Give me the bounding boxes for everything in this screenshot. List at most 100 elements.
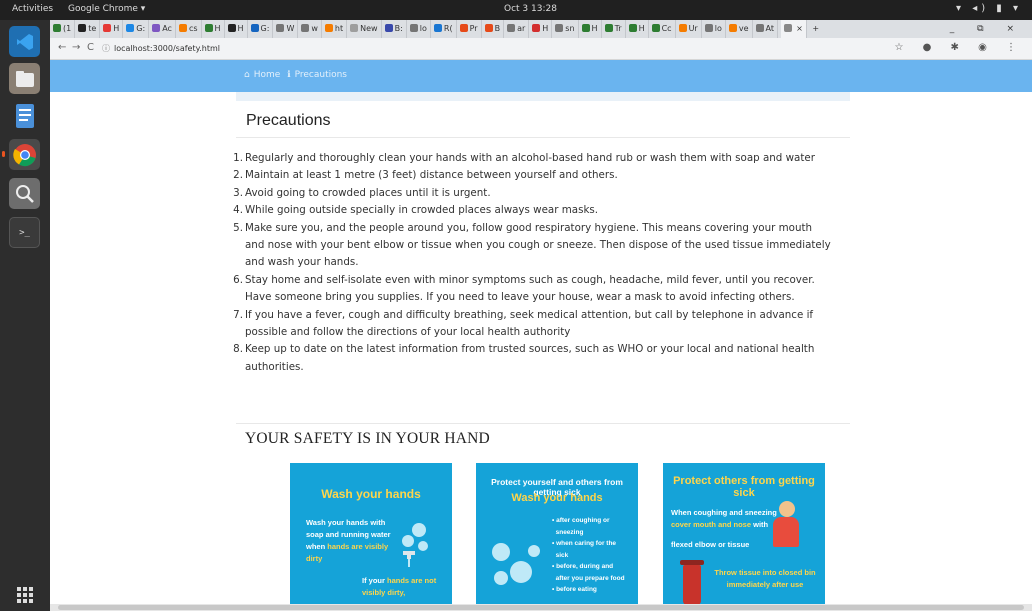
- browser-tab[interactable]: Ac: [149, 20, 176, 38]
- browser-tab[interactable]: H: [579, 20, 602, 38]
- item-number: 2.: [233, 169, 243, 182]
- show-applications-icon[interactable]: [17, 587, 33, 603]
- tab-label: W: [286, 24, 295, 33]
- active-tab[interactable]: ×: [780, 20, 807, 38]
- browser-tab[interactable]: lo: [407, 20, 431, 38]
- soap-bubble-icon: [402, 535, 414, 547]
- clock[interactable]: Oct 3 13:28: [504, 4, 557, 14]
- browser-tab[interactable]: Ur: [676, 20, 702, 38]
- tab-label: ht: [334, 24, 344, 33]
- browser-tab[interactable]: W: [273, 20, 299, 38]
- browser-tab[interactable]: R(: [431, 20, 457, 38]
- vscode-icon[interactable]: [9, 26, 40, 57]
- tab-label: cs: [188, 24, 198, 33]
- info-icon: ℹ: [287, 70, 291, 80]
- browser-tab[interactable]: ar: [504, 20, 530, 38]
- browser-tab[interactable]: H: [202, 20, 225, 38]
- tab-favicon-icon: [507, 24, 516, 32]
- browser-tab[interactable]: B:: [382, 20, 407, 38]
- tab-favicon-icon: [409, 24, 418, 32]
- browser-tab[interactable]: w: [298, 20, 322, 38]
- browser-tab[interactable]: H: [626, 20, 649, 38]
- browser-tab[interactable]: ve: [726, 20, 753, 38]
- card-heading: Wash your hands: [321, 487, 421, 501]
- browser-toolbar: ← → C ⓘ localhost:3000/safety.html ☆ ● ✱ …: [50, 38, 1032, 60]
- person-body-icon: [773, 517, 799, 547]
- soap-bubble-icon: [494, 571, 508, 585]
- browser-tab[interactable]: lo: [702, 20, 726, 38]
- horizontal-scrollbar[interactable]: [50, 604, 1032, 611]
- card-bullet: • when caring for the: [552, 540, 617, 547]
- browser-tab[interactable]: New: [347, 20, 382, 38]
- browser-tab[interactable]: te: [75, 20, 101, 38]
- browser-tab[interactable]: Cc: [649, 20, 676, 38]
- extension-icons[interactable]: ☆ ● ✱ ◉ ⋮: [894, 42, 1024, 53]
- navbar-shadow: [236, 92, 850, 101]
- new-tab-button[interactable]: +: [809, 20, 822, 38]
- browser-tab[interactable]: At: [753, 20, 778, 38]
- wash-hands-card: Wash your hands Wash your hands with soa…: [290, 463, 452, 611]
- tab-label: B: [494, 24, 501, 33]
- app-menu[interactable]: Google Chrome ▾: [68, 4, 145, 14]
- item-number: 1.: [233, 152, 243, 164]
- browser-tab[interactable]: G:: [123, 20, 150, 38]
- tab-favicon-icon: [250, 24, 259, 32]
- reload-icon[interactable]: C: [87, 42, 94, 53]
- browser-tab[interactable]: Pr: [457, 20, 482, 38]
- forward-icon[interactable]: →: [72, 42, 80, 53]
- window-controls[interactable]: _ ⧉ ×: [949, 20, 1024, 38]
- card-text: Wash your hands with soap and running wa…: [306, 518, 391, 563]
- system-status-icons[interactable]: ▾ ◂) ▮ ▾: [956, 3, 1022, 14]
- address-bar[interactable]: ⓘ localhost:3000/safety.html: [102, 41, 962, 57]
- breadcrumb-home[interactable]: Home: [254, 70, 281, 80]
- scrollbar-thumb[interactable]: [58, 605, 1024, 610]
- tab-favicon-icon: [126, 24, 135, 32]
- browser-tab[interactable]: sn: [552, 20, 579, 38]
- browser-tab[interactable]: H: [529, 20, 553, 38]
- tab-close-icon[interactable]: ×: [796, 24, 803, 33]
- tab-favicon-icon: [678, 24, 687, 32]
- tab-label: Ur: [688, 24, 698, 33]
- tab-label: Pr: [469, 24, 478, 33]
- breadcrumb-current: Precautions: [294, 70, 347, 80]
- browser-tab[interactable]: ht: [322, 20, 348, 38]
- image-viewer-icon[interactable]: [9, 178, 40, 209]
- files-icon[interactable]: [9, 63, 40, 94]
- activities-button[interactable]: Activities: [12, 4, 53, 14]
- tab-favicon-icon: [728, 24, 737, 32]
- item-text: While going outside specially in crowded…: [245, 204, 599, 217]
- card-bullet: sneezing: [552, 528, 584, 536]
- protect-yourself-card: Protect yourself and others from getting…: [476, 463, 638, 611]
- soap-bubble-icon: [510, 561, 532, 583]
- home-icon[interactable]: ⌂: [244, 70, 250, 80]
- person-icon: [779, 501, 795, 517]
- dock: >_: [0, 20, 50, 611]
- browser-tab[interactable]: H: [100, 20, 124, 38]
- tab-favicon-icon: [384, 24, 393, 32]
- tab-label: New: [360, 24, 378, 33]
- card-text: Throw tissue into closed bin immediately…: [714, 568, 816, 589]
- terminal-icon[interactable]: >_: [9, 217, 40, 248]
- tab-favicon-icon: [350, 24, 359, 32]
- tab-favicon-icon: [301, 24, 310, 32]
- precaution-item: 5. Make sure you, and the people around y…: [222, 220, 832, 272]
- tab-favicon-icon: [103, 24, 112, 32]
- card-bullet: • after coughing or: [552, 517, 610, 524]
- site-info-icon[interactable]: ⓘ: [102, 44, 110, 53]
- browser-tab[interactable]: (1: [50, 20, 76, 38]
- browser-tab[interactable]: cs: [176, 20, 202, 38]
- back-icon[interactable]: ←: [58, 42, 66, 53]
- tab-label: H: [214, 24, 221, 33]
- tab-label: H: [542, 24, 549, 33]
- tab-favicon-icon: [604, 24, 613, 32]
- browser-tab[interactable]: H: [225, 20, 248, 38]
- text-editor-icon[interactable]: [9, 100, 40, 131]
- trash-bin-icon: [680, 560, 704, 605]
- chrome-icon[interactable]: [9, 139, 40, 170]
- browser-tab[interactable]: Tr: [602, 20, 626, 38]
- browser-tab[interactable]: G:: [248, 20, 274, 38]
- browser-tab[interactable]: B: [482, 20, 505, 38]
- card-text: flexed elbow or tissue: [671, 540, 750, 549]
- breadcrumb: ⌂ Home ℹ Precautions: [244, 70, 351, 80]
- item-text: Make sure you, and the people around you…: [245, 221, 831, 269]
